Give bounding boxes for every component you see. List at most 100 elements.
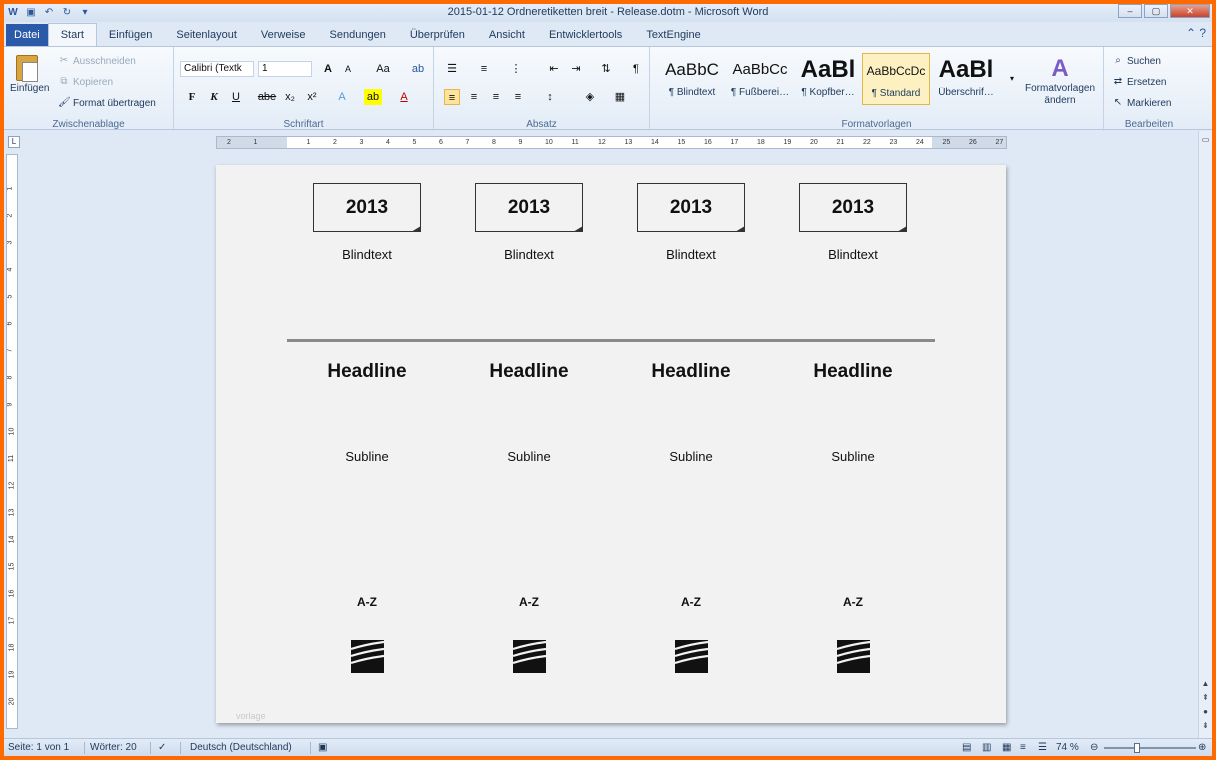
group-styles: AaBbC ¶ Blindtext AaBbCc ¶ Fußberei… AaB… <box>650 47 1104 131</box>
decrease-indent-icon[interactable]: ⇤ <box>546 61 562 77</box>
show-marks-button[interactable]: ¶ <box>628 61 644 77</box>
tab-selector-icon[interactable]: L <box>8 136 20 148</box>
tab-insert[interactable]: Einfügen <box>97 24 164 46</box>
styles-more-icon[interactable]: ▾ <box>1004 71 1020 87</box>
style-fussbereich[interactable]: AaBbCc ¶ Fußberei… <box>726 53 794 105</box>
style-standard[interactable]: AaBbCcDc ¶ Standard <box>862 53 930 105</box>
clear-formatting-button[interactable]: ab <box>410 61 426 77</box>
ruler-tick-label: 27 <box>995 139 1004 146</box>
year-box[interactable]: 2013 <box>313 183 421 232</box>
shading-icon[interactable]: ◈ <box>582 89 598 105</box>
style-ueberschrift[interactable]: AaBl Überschrif… <box>932 53 1000 105</box>
scroll-up-icon[interactable]: ▲ <box>1199 677 1212 690</box>
style-sample: AaBl <box>800 56 856 83</box>
zoom-in-icon[interactable]: ⊕ <box>1198 742 1206 753</box>
style-kopfbereich[interactable]: AaBl ¶ Kopfber… <box>794 53 862 105</box>
zoom-out-icon[interactable]: ⊖ <box>1090 742 1098 753</box>
label-column: 2013 Blindtext Headline Subline A-Z <box>449 165 609 705</box>
page[interactable]: vorlage 2013 Blindtext Headline Subline A-Z 2… <box>216 165 1006 723</box>
vertical-ruler[interactable]: 1 2 3 4 5 6 7 8 9 10 11 12 13 14 15 16 17 18 19 20 <box>6 154 18 729</box>
numbering-icon[interactable]: ≡ <box>476 61 492 77</box>
shrink-font-button[interactable]: A <box>340 61 356 77</box>
highlight-button[interactable]: ab <box>364 89 382 105</box>
tab-file[interactable]: Datei <box>6 24 48 46</box>
paste-button[interactable]: Einfügen <box>10 55 49 94</box>
replace-button[interactable]: ⇄ Ersetzen <box>1112 76 1167 88</box>
line-spacing-icon[interactable]: ↕ <box>542 89 558 105</box>
vruler-tick-label: 3 <box>6 240 14 245</box>
horizontal-ruler[interactable]: 2 1 1 2 3 4 5 6 7 8 9 10 11 12 13 14 15 16 17 18 19 20 21 22 23 2… <box>216 136 1007 149</box>
find-button[interactable]: ⌕ Suchen <box>1112 55 1161 67</box>
style-blindtext[interactable]: AaBbC ¶ Blindtext <box>658 53 726 105</box>
word-count[interactable]: Wörter: 20 <box>90 742 137 753</box>
stripes-logo-icon <box>675 640 708 673</box>
outline-icon[interactable]: ≡ <box>1020 742 1026 753</box>
vruler-tick-label: 16 <box>8 589 16 598</box>
help-icon[interactable]: ⌃ ? <box>1186 26 1206 40</box>
vruler-tick-label: 14 <box>8 535 16 544</box>
tab-developer[interactable]: Entwicklertools <box>537 24 634 46</box>
tab-review[interactable]: Überprüfen <box>398 24 477 46</box>
paste-label: Einfügen <box>10 83 50 94</box>
tab-references[interactable]: Verweise <box>249 24 318 46</box>
increase-indent-icon[interactable]: ⇥ <box>568 61 584 77</box>
borders-icon[interactable]: ▦ <box>612 89 628 105</box>
web-layout-icon[interactable]: ▦ <box>1002 742 1011 753</box>
copy-button[interactable]: ⧉ Kopieren <box>58 76 113 88</box>
italic-button[interactable]: K <box>206 89 222 105</box>
align-right-icon[interactable]: ≡ <box>488 89 504 105</box>
font-color-button[interactable]: A <box>396 89 412 105</box>
proofing-icon[interactable]: ✓ <box>158 742 166 753</box>
maximize-button[interactable]: ▢ <box>1144 4 1168 18</box>
align-center-icon[interactable]: ≡ <box>466 89 482 105</box>
font-size-field[interactable]: 1 <box>258 61 312 77</box>
multilevel-list-icon[interactable]: ⋮ <box>508 61 524 77</box>
text-effects-button[interactable]: A <box>334 89 350 105</box>
bullets-icon[interactable]: ☰ <box>444 61 460 77</box>
zoom-slider[interactable] <box>1104 743 1196 753</box>
superscript-button[interactable]: x² <box>304 89 320 105</box>
change-styles-button[interactable]: A Formatvorlagen ändern <box>1020 55 1100 107</box>
year-box[interactable]: 2013 <box>475 183 583 232</box>
vruler-tick-label: 6 <box>6 321 14 326</box>
ruler-tick-label: 2 <box>227 139 231 146</box>
close-button[interactable]: ✕ <box>1170 4 1210 18</box>
bold-button[interactable]: F <box>184 89 200 105</box>
next-page-icon[interactable]: ⇟ <box>1199 719 1212 732</box>
language[interactable]: Deutsch (Deutschland) <box>190 742 292 753</box>
print-layout-icon[interactable]: ▤ <box>962 742 971 753</box>
tab-view[interactable]: Ansicht <box>477 24 537 46</box>
full-screen-reading-icon[interactable]: ▥ <box>982 742 991 753</box>
subscript-button[interactable]: x₂ <box>282 89 298 105</box>
change-case-button[interactable]: Aa <box>372 61 394 77</box>
tab-page-layout[interactable]: Seitenlayout <box>164 24 249 46</box>
cut-button[interactable]: ✂ Ausschneiden <box>58 55 136 67</box>
vertical-scrollbar[interactable]: ▭ ▲ ⇞ ● ⇟ <box>1198 131 1212 743</box>
browse-object-icon[interactable]: ● <box>1199 705 1212 718</box>
underline-button[interactable]: U <box>228 89 244 105</box>
tab-start[interactable]: Start <box>47 23 97 46</box>
justify-icon[interactable]: ≡ <box>510 89 526 105</box>
page-count[interactable]: Seite: 1 von 1 <box>8 742 69 753</box>
group-font: Calibri (Textk 1 A A Aa ab F K U abe x₂ … <box>174 47 434 131</box>
strikethrough-button[interactable]: abe <box>256 89 278 105</box>
font-name-field[interactable]: Calibri (Textk <box>180 61 254 77</box>
zoom-slider-knob[interactable] <box>1133 743 1140 753</box>
format-painter-button[interactable]: 🖌 Format übertragen <box>58 97 156 109</box>
minimize-button[interactable]: – <box>1118 4 1142 18</box>
draft-icon[interactable]: ☰ <box>1038 742 1047 753</box>
year-box[interactable]: 2013 <box>799 183 907 232</box>
zoom-level[interactable]: 74 % <box>1056 742 1079 753</box>
style-sample: AaBl <box>938 56 994 83</box>
ruler-tick-label: 9 <box>518 139 523 146</box>
sort-icon[interactable]: ⇅ <box>598 61 614 77</box>
ruler-toggle-icon[interactable]: ▭ <box>1199 133 1212 146</box>
grow-font-button[interactable]: A <box>320 61 336 77</box>
align-left-icon[interactable]: ≡ <box>444 89 460 105</box>
tab-textengine[interactable]: TextEngine <box>634 24 712 46</box>
select-button[interactable]: ↖ Markieren <box>1112 97 1172 109</box>
macro-recording-icon[interactable]: ▣ <box>318 742 327 753</box>
year-box[interactable]: 2013 <box>637 183 745 232</box>
previous-page-icon[interactable]: ⇞ <box>1199 691 1212 704</box>
tab-mailings[interactable]: Sendungen <box>318 24 398 46</box>
